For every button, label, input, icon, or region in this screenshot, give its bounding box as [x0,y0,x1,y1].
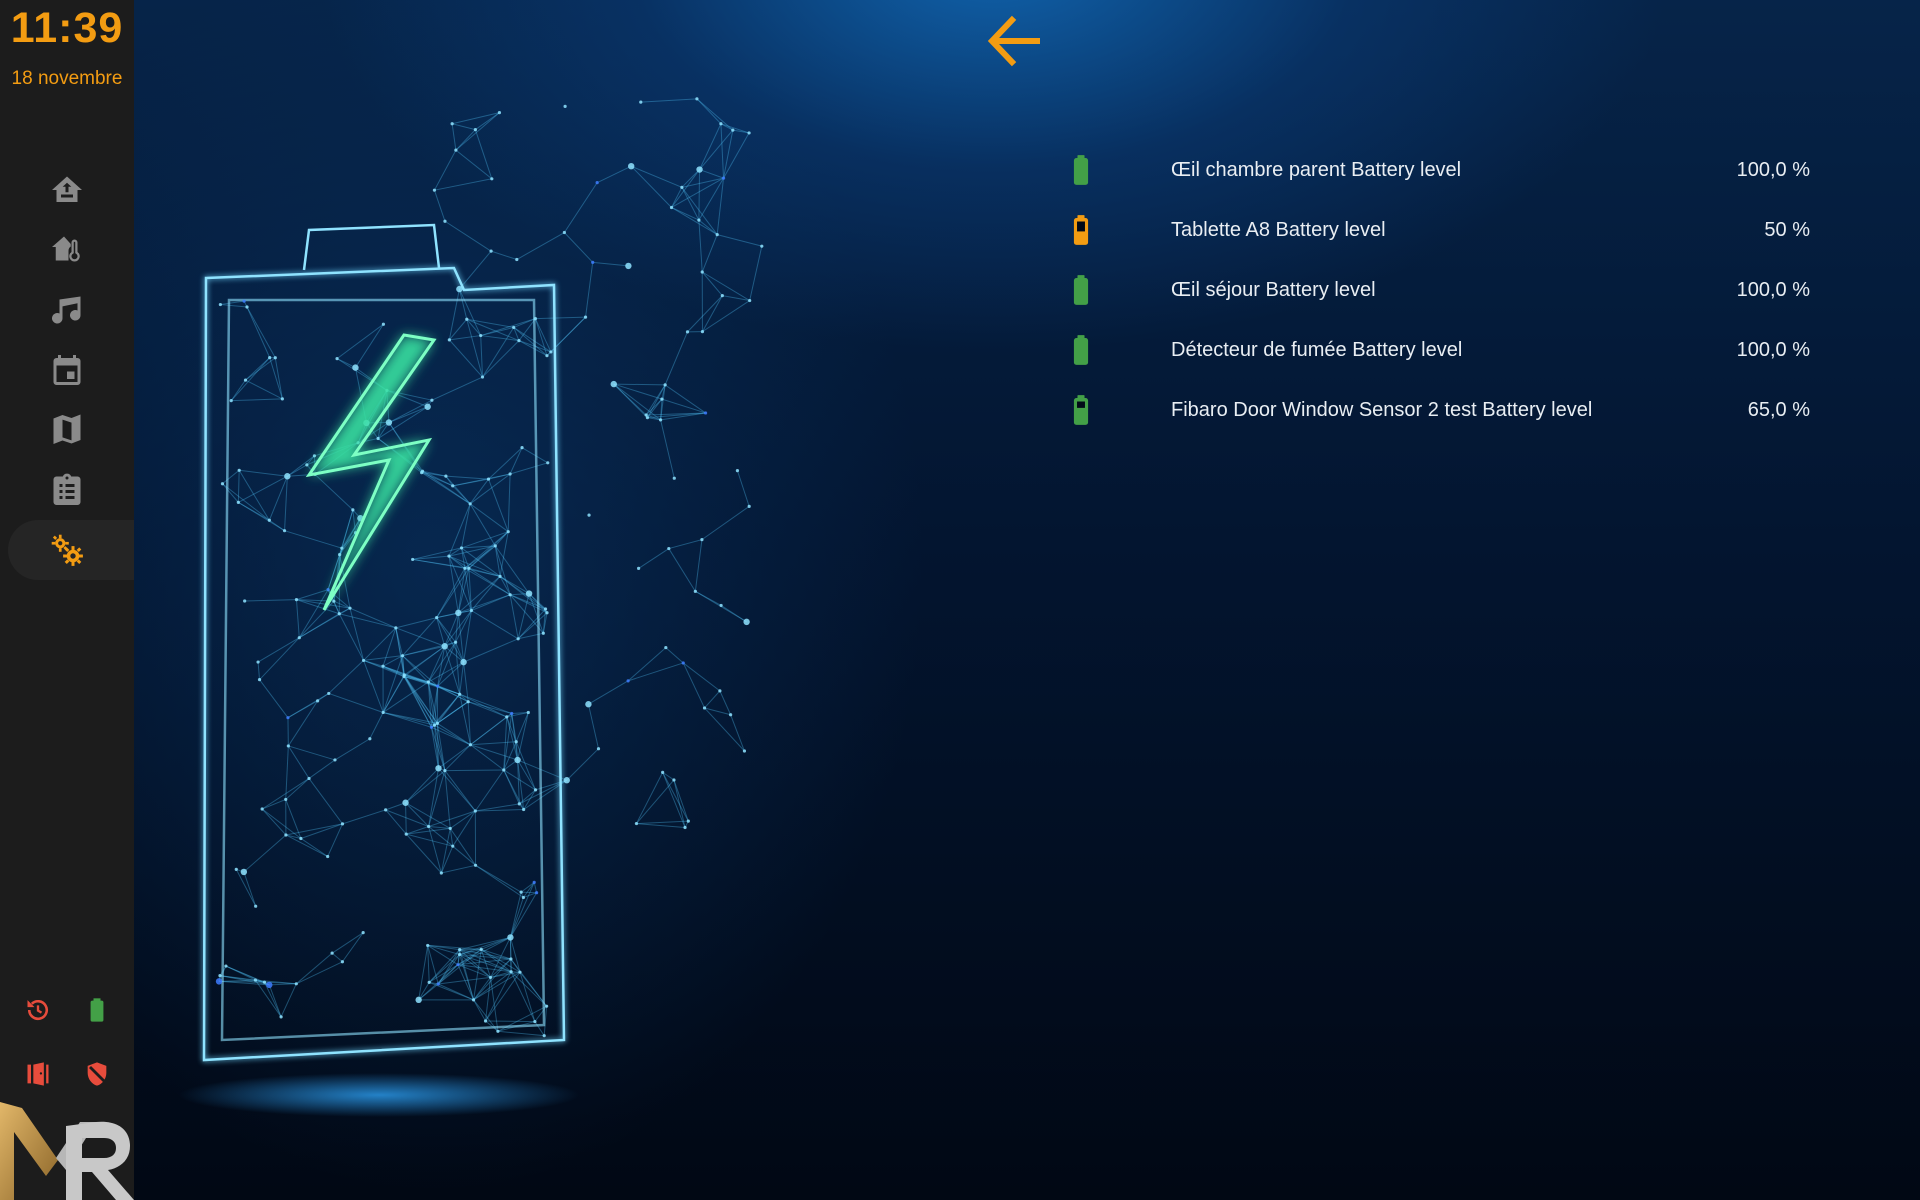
sidebar-item-tasks[interactable] [0,460,134,520]
battery-background-art [179,97,764,1117]
battery-icon[interactable] [83,996,111,1024]
arrow-left-icon [987,15,1040,67]
battery-row[interactable]: Œil séjour Battery level 100,0 % [1064,260,1894,320]
sidebar-item-calendar[interactable] [0,340,134,400]
clock-date: 18 novembre [11,68,123,89]
sidebar-item-settings[interactable] [8,520,134,580]
battery-row[interactable]: Tablette A8 Battery level 50 % [1064,200,1894,260]
battery-half-icon [1073,215,1089,245]
battery-value: 100,0 % [1736,338,1810,361]
map-icon [53,414,81,444]
battery-name: Tablette A8 Battery level [1171,218,1386,241]
brand-logo [0,1102,134,1200]
battery-value: 65,0 % [1747,398,1810,421]
battery-value: 100,0 % [1736,278,1810,301]
battery-full-icon [1073,155,1089,185]
sidebar-item-map[interactable] [0,400,134,460]
battery-value: 50 % [1764,218,1810,241]
battery-name: Œil chambre parent Battery level [1171,158,1462,181]
sidebar: 11:39 18 novembre [0,0,134,1200]
battery-full-icon [1073,275,1089,305]
door-open-icon[interactable] [24,1060,52,1088]
music-note-icon [52,296,81,324]
home-thermometer-icon [52,236,80,262]
battery-value: 100,0 % [1736,158,1810,181]
clipboard-list-icon [53,473,81,505]
history-icon[interactable] [24,996,52,1024]
battery-full-icon [1073,335,1089,365]
gears-icon [51,534,83,566]
battery-row[interactable]: Œil chambre parent Battery level 100,0 % [1064,140,1894,200]
sidebar-nav [0,160,134,580]
back-button[interactable] [982,12,1046,70]
sidebar-item-music[interactable] [0,280,134,340]
sidebar-item-climate[interactable] [0,220,134,280]
battery-60-icon [1073,395,1089,425]
battery-name: Détecteur de fumée Battery level [1171,338,1463,361]
battery-name: Œil séjour Battery level [1171,278,1376,301]
clock-time: 11:39 [10,4,124,52]
battery-row[interactable]: Détecteur de fumée Battery level 100,0 % [1064,320,1894,380]
battery-row[interactable]: Fibaro Door Window Sensor 2 test Battery… [1064,380,1894,440]
dashboard: 11:39 18 novembre Œil chambre parent Bat… [0,0,1920,1200]
battery-name: Fibaro Door Window Sensor 2 test Battery… [1171,398,1593,421]
calendar-icon [53,355,81,385]
sidebar-item-home[interactable] [0,160,134,220]
main-content: Œil chambre parent Battery level 100,0 %… [134,0,1920,1200]
battery-list: Œil chambre parent Battery level 100,0 %… [1064,140,1894,440]
status-area [0,978,134,1106]
home-import-icon [52,176,82,202]
shield-off-icon[interactable] [83,1060,111,1088]
